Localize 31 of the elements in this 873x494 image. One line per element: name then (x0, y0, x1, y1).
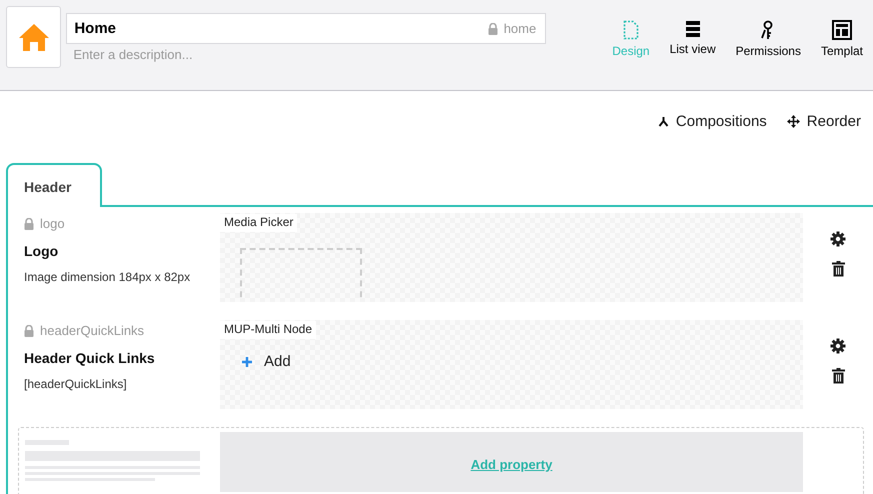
move-icon (786, 115, 800, 128)
toolbar-button[interactable]: Reorder (780, 113, 867, 130)
property-alias: logo (40, 216, 65, 231)
delete-icon[interactable] (832, 368, 844, 384)
property-description: Image dimension 184px x 82px (24, 270, 192, 284)
property-alias: headerQuickLinks (40, 323, 144, 338)
app-tab[interactable]: Permissions (726, 20, 811, 58)
name-field[interactable]: Home home (66, 13, 546, 44)
editor-name: Media Picker (220, 214, 298, 232)
editor-name: MUP-Multi Node (220, 321, 316, 339)
layout-icon (832, 20, 852, 40)
node-icon-button[interactable] (6, 6, 62, 68)
plus-icon (242, 356, 252, 366)
app-tab[interactable]: List view (660, 20, 726, 58)
settings-icon[interactable] (830, 338, 846, 354)
group-tab[interactable]: Header (6, 163, 102, 207)
alias-text: home (504, 21, 536, 36)
description-field[interactable]: Enter a description... (66, 47, 380, 62)
property-name: Header Quick Links (24, 350, 156, 366)
document-icon (622, 20, 639, 40)
property-name: Logo (24, 243, 60, 259)
app-tab[interactable]: Templat (810, 20, 873, 58)
toolbar-button[interactable]: Compositions (652, 113, 773, 130)
house-icon (18, 22, 50, 52)
list-icon (686, 20, 700, 38)
add-button[interactable]: Add (238, 351, 295, 372)
property-description: [headerQuickLinks] (24, 377, 128, 391)
settings-icon[interactable] (830, 231, 846, 247)
delete-icon[interactable] (832, 261, 844, 277)
node-name: Home (74, 20, 116, 37)
merge-icon (658, 116, 669, 127)
